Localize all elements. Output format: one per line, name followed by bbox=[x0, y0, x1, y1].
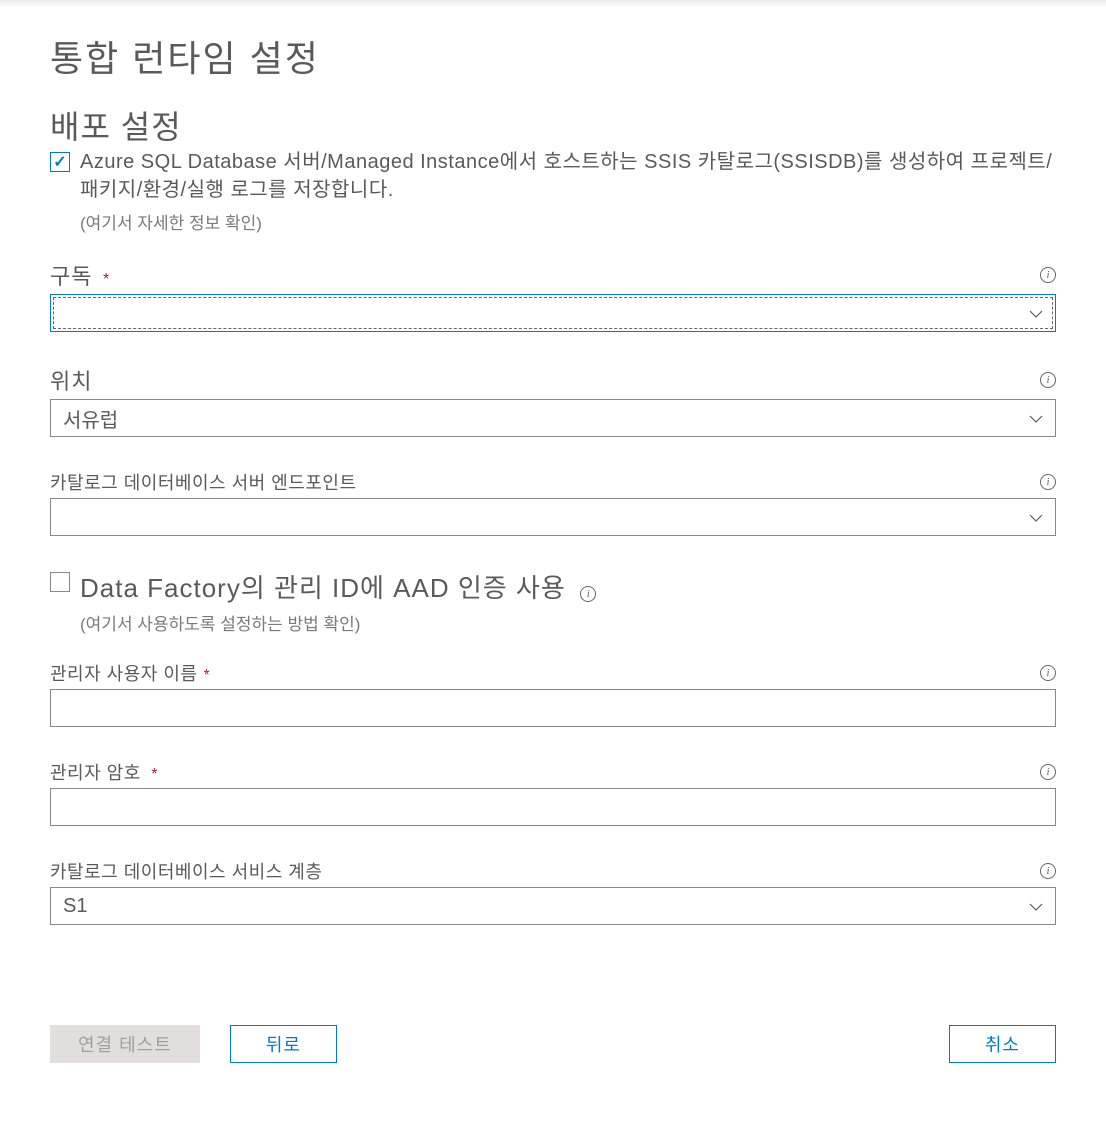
required-asterisk: * bbox=[103, 271, 109, 288]
ssisdb-checkbox[interactable]: ✓ bbox=[50, 152, 70, 172]
aad-checkbox[interactable] bbox=[50, 572, 70, 592]
info-icon[interactable]: i bbox=[580, 586, 596, 602]
service-tier-select[interactable]: S1 bbox=[50, 887, 1056, 925]
location-label: 위치 bbox=[50, 364, 92, 396]
settings-panel: 통합 런타임 설정 배포 설정 ✓ Azure SQL Database 서버/… bbox=[0, 0, 1106, 1093]
subscription-label-row: 구독 * i bbox=[50, 259, 1056, 291]
cancel-button[interactable]: 취소 bbox=[949, 1025, 1056, 1063]
ssisdb-checkbox-label: Azure SQL Database 서버/Managed Instance에서… bbox=[80, 148, 1056, 204]
subscription-label: 구독 bbox=[50, 264, 92, 289]
service-tier-value: S1 bbox=[63, 895, 87, 918]
endpoint-field-group: 카탈로그 데이터베이스 서버 엔드포인트 i bbox=[50, 469, 1056, 536]
ssisdb-checkbox-row: ✓ Azure SQL Database 서버/Managed Instance… bbox=[50, 148, 1056, 204]
admin-password-input[interactable] bbox=[50, 788, 1056, 826]
chevron-down-icon bbox=[1029, 410, 1043, 426]
back-button[interactable]: 뒤로 bbox=[230, 1025, 337, 1063]
subscription-select[interactable] bbox=[50, 294, 1056, 332]
ssisdb-info-link[interactable]: (여기서 자세한 정보 확인) bbox=[80, 209, 1056, 234]
checkmark-icon: ✓ bbox=[53, 152, 66, 172]
admin-password-field-group: 관리자 암호 * i bbox=[50, 759, 1056, 826]
subscription-field-group: 구독 * i bbox=[50, 259, 1056, 332]
section-title: 배포 설정 bbox=[50, 102, 1056, 148]
location-select[interactable]: 서유럽 bbox=[50, 399, 1056, 437]
page-title: 통합 런타임 설정 bbox=[50, 30, 1056, 82]
chevron-down-icon bbox=[1029, 898, 1043, 914]
test-connection-button: 연결 테스트 bbox=[50, 1025, 200, 1063]
aad-checkbox-label: Data Factory의 관리 ID에 AAD 인증 사용 bbox=[80, 573, 566, 603]
location-label-row: 위치 i bbox=[50, 364, 1056, 396]
info-icon[interactable]: i bbox=[1040, 267, 1056, 283]
admin-user-field-group: 관리자 사용자 이름 * i bbox=[50, 660, 1056, 727]
admin-password-label-row: 관리자 암호 * i bbox=[50, 759, 1056, 785]
info-icon[interactable]: i bbox=[1040, 863, 1056, 879]
chevron-down-icon bbox=[1029, 509, 1043, 525]
service-tier-field-group: 카탈로그 데이터베이스 서비스 계층 i S1 bbox=[50, 858, 1056, 925]
endpoint-select[interactable] bbox=[50, 498, 1056, 536]
chevron-down-icon bbox=[1029, 305, 1043, 321]
shadow-decoration bbox=[0, 0, 1106, 8]
endpoint-label-row: 카탈로그 데이터베이스 서버 엔드포인트 i bbox=[50, 469, 1056, 495]
aad-checkbox-row: Data Factory의 관리 ID에 AAD 인증 사용 i bbox=[50, 568, 1056, 605]
location-field-group: 위치 i 서유럽 bbox=[50, 364, 1056, 437]
info-icon[interactable]: i bbox=[1040, 764, 1056, 780]
endpoint-label: 카탈로그 데이터베이스 서버 엔드포인트 bbox=[50, 469, 357, 495]
info-icon[interactable]: i bbox=[1040, 665, 1056, 681]
footer-left: 연결 테스트 뒤로 bbox=[50, 1025, 337, 1063]
required-asterisk: * bbox=[151, 766, 157, 783]
admin-user-input[interactable] bbox=[50, 689, 1056, 727]
footer: 연결 테스트 뒤로 취소 bbox=[50, 1005, 1056, 1063]
aad-info-link[interactable]: (여기서 사용하도록 설정하는 방법 확인) bbox=[80, 610, 1056, 635]
service-tier-label: 카탈로그 데이터베이스 서비스 계층 bbox=[50, 858, 322, 884]
required-asterisk: * bbox=[203, 667, 209, 684]
service-tier-label-row: 카탈로그 데이터베이스 서비스 계층 i bbox=[50, 858, 1056, 884]
info-icon[interactable]: i bbox=[1040, 372, 1056, 388]
location-value: 서유럽 bbox=[63, 404, 118, 433]
admin-user-label-row: 관리자 사용자 이름 * i bbox=[50, 660, 1056, 686]
admin-password-label: 관리자 암호 bbox=[50, 763, 141, 783]
info-icon[interactable]: i bbox=[1040, 474, 1056, 490]
aad-section: Data Factory의 관리 ID에 AAD 인증 사용 i (여기서 사용… bbox=[50, 568, 1056, 635]
admin-user-label: 관리자 사용자 이름 bbox=[50, 664, 197, 684]
